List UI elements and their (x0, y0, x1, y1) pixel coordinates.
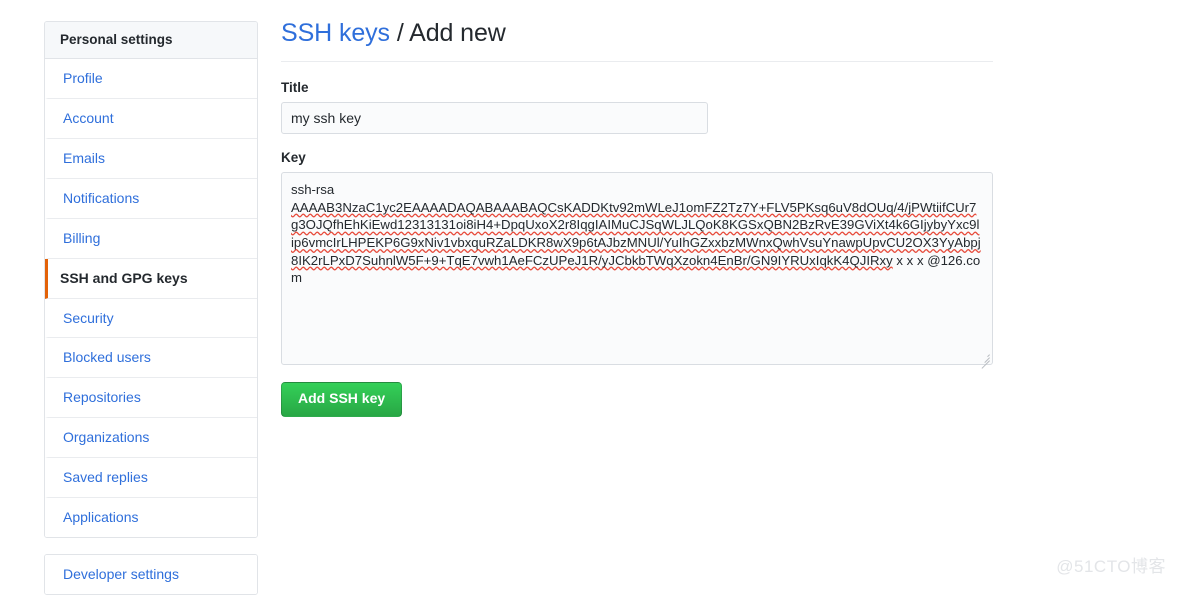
sidebar-item-security[interactable]: Security (45, 298, 257, 339)
title-input[interactable] (281, 102, 708, 135)
key-field-group: Key ssh-rsa AAAAB3NzaC1yc2EAAAADAQABAAAB… (281, 150, 993, 370)
sidebar-item-repositories[interactable]: Repositories (45, 378, 257, 419)
sidebar-item-saved-replies[interactable]: Saved replies (45, 458, 257, 498)
sidebar-heading: Personal settings (45, 22, 257, 60)
sidebar-item-applications[interactable]: Applications (45, 497, 257, 537)
title-label: Title (281, 80, 309, 96)
sidebar-item-billing[interactable]: Billing (45, 218, 257, 259)
sidebar-item-account[interactable]: Account (45, 99, 257, 139)
watermark: @51CTO博客 (1056, 557, 1166, 576)
submit-row: Add SSH key (281, 382, 993, 417)
sidebar-item-developer-settings[interactable]: Developer settings (45, 554, 257, 594)
sidebar-item-emails[interactable]: Emails (45, 138, 257, 179)
sidebar-item-notifications[interactable]: Notifications (45, 178, 257, 219)
personal-settings-sidebar: Personal settings Profile Account Emails… (44, 21, 258, 595)
key-label: Key (281, 150, 306, 166)
sidebar-item-profile[interactable]: Profile (45, 59, 257, 100)
breadcrumb-current: Add new (409, 19, 506, 47)
breadcrumb-separator: / (389, 19, 410, 47)
developer-settings-menu: Developer settings (44, 553, 258, 595)
sidebar-item-ssh-and-gpg-keys[interactable]: SSH and GPG keys (45, 258, 257, 299)
key-textarea[interactable]: ssh-rsa AAAAB3NzaC1yc2EAAAADAQABAAABAQCs… (281, 172, 993, 366)
add-ssh-key-button[interactable]: Add SSH key (281, 382, 403, 417)
sidebar-item-blocked-users[interactable]: Blocked users (45, 338, 257, 379)
settings-menu: Personal settings Profile Account Emails… (44, 21, 258, 538)
page-title: SSH keys / Add new (281, 18, 993, 63)
breadcrumb-ssh-keys-link[interactable]: SSH keys (281, 19, 390, 47)
sidebar-item-organizations[interactable]: Organizations (45, 418, 257, 459)
main-content: SSH keys / Add new Title Key ssh-rsa AAA… (281, 18, 993, 417)
key-textarea-wrapper: ssh-rsa AAAAB3NzaC1yc2EAAAADAQABAAABAQCs… (281, 172, 993, 370)
title-field-group: Title (281, 80, 993, 135)
settings-page: Personal settings Profile Account Emails… (0, 0, 1184, 595)
